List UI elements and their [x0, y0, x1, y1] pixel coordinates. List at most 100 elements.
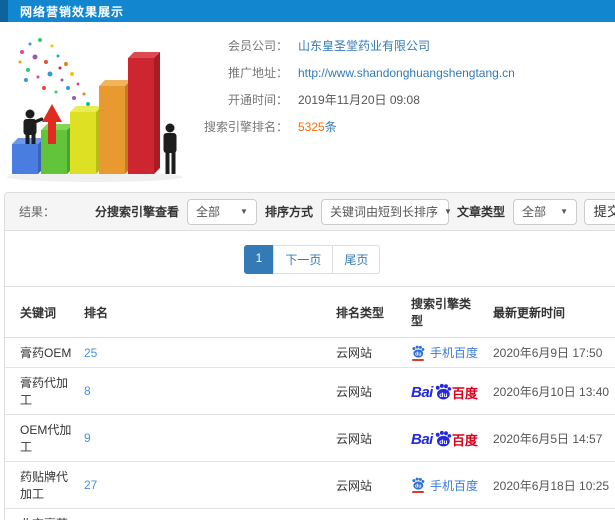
chevron-down-icon: ▼	[444, 207, 452, 216]
info-section: 会员公司： 山东皇圣堂药业有限公司 推广地址： http://www.shand…	[0, 22, 615, 192]
baidu-paw-icon: du	[435, 430, 452, 446]
field-company: 会员公司： 山东皇圣堂药业有限公司	[190, 32, 615, 59]
updated-time-cell: 2020年6月9日 17:50	[487, 337, 615, 368]
result-label: 结果：	[19, 205, 56, 219]
svg-text:du: du	[415, 484, 421, 490]
svg-text:du: du	[439, 391, 447, 398]
sort-filter-select[interactable]: 关键词由短到长排序 ▼	[320, 198, 452, 225]
submit-button[interactable]: 提交	[584, 199, 615, 225]
rank-type-cell: 云网站	[330, 508, 405, 520]
rank-link[interactable]: 8	[84, 384, 91, 398]
baidu-logo-bai-text: Bai	[411, 383, 433, 401]
rank-type-cell: 云网站	[330, 337, 405, 368]
pagination-next-button[interactable]: 下一页	[273, 245, 334, 274]
bar-green	[41, 124, 73, 174]
svg-text:du: du	[439, 438, 447, 445]
promotion-url-link[interactable]: http://www.shandonghuangshengtang.cn	[298, 66, 515, 80]
updated-time-cell: 2020年6月11日 11:18	[487, 508, 615, 520]
field-open-time: 开通时间： 2019年11月20日 09:08	[190, 86, 615, 113]
keyword-cell: 北京膏药贴牌	[5, 508, 78, 520]
baidu-logo-cn-text: 百度	[451, 385, 478, 401]
engine-type-cell: du 手机百度	[405, 337, 487, 368]
keywords-table: 关键词 排名 排名类型 搜索引擎类型 最新更新时间 膏药OEM 25 云网站 d…	[5, 286, 615, 520]
article-type-filter-value: 全部	[522, 205, 547, 219]
mobile-baidu-underline	[412, 491, 424, 493]
baidu-paw-icon: du	[435, 383, 452, 399]
mobile-baidu-logo: du 手机百度	[411, 344, 478, 361]
pagination: 1 下一页 尾页	[5, 245, 615, 274]
engine-type-cell: Bai du 百度	[405, 414, 487, 462]
keyword-cell: 膏药代加工	[5, 367, 78, 415]
rank-link[interactable]: 27	[84, 478, 97, 492]
rank-count-label: 搜索引擎排名：	[203, 120, 288, 134]
chevron-down-icon: ▼	[560, 207, 568, 216]
rank-type-cell: 云网站	[330, 414, 405, 462]
article-type-filter-label: 文章类型	[456, 205, 505, 219]
engine-filter-select[interactable]: 全部 ▼	[186, 198, 257, 225]
pagination-page-1[interactable]: 1	[243, 245, 275, 274]
article-type-filter-select[interactable]: 全部 ▼	[513, 198, 577, 225]
table-row: 北京膏药贴牌 1 云网站 Bai du 百度 2020年6月11日 11:18	[5, 508, 615, 520]
sort-filter-value: 关键词由短到长排序	[329, 205, 438, 219]
rank-link[interactable]: 9	[84, 431, 91, 445]
sort-filter-label: 排序方式	[264, 205, 313, 219]
svg-text:du: du	[415, 351, 421, 357]
col-header-rank: 排名	[78, 286, 330, 338]
baidu-logo: Bai du 百度	[411, 383, 478, 400]
rank-type-cell: 云网站	[330, 367, 405, 415]
table-row: 膏药OEM 25 云网站 du 手机百度 2020年6月9日 17:50	[5, 337, 615, 368]
engine-type-cell: du 手机百度	[405, 461, 487, 509]
engine-type-cell: Bai du 百度	[405, 367, 487, 415]
mobile-baidu-logo: du 手机百度	[411, 477, 478, 494]
open-time-value: 2019年11月20日 09:08	[298, 93, 420, 107]
baidu-logo-cn-text: 百度	[451, 432, 478, 448]
col-header-updated: 最新更新时间	[487, 286, 615, 338]
page-header: 网络营销效果展示	[0, 0, 615, 22]
mobile-baidu-underline	[412, 358, 424, 361]
engine-filter-value: 全部	[195, 205, 220, 219]
table-row: 药贴牌代加工 27 云网站 du 手机百度 2020年6月18日 10:25	[5, 461, 615, 509]
rank-type-cell: 云网站	[330, 461, 405, 509]
col-header-engine-type: 搜索引擎类型	[405, 286, 487, 338]
col-header-keyword: 关键词	[5, 286, 78, 338]
bar-chart-illustration	[7, 38, 183, 182]
pagination-last-button[interactable]: 尾页	[332, 245, 381, 274]
field-rank-count: 搜索引擎排名： 5325条	[190, 113, 615, 140]
bar-red	[128, 52, 160, 174]
field-url: 推广地址： http://www.shandonghuangshengtang.…	[190, 59, 615, 86]
col-header-rank-type: 排名类型	[330, 286, 405, 338]
updated-time-cell: 2020年6月5日 14:57	[487, 414, 615, 462]
company-link[interactable]: 山东皇圣堂药业有限公司	[298, 37, 430, 54]
bar-orange	[99, 80, 131, 174]
company-label: 会员公司：	[227, 39, 288, 53]
rank-count-suffix: 条	[324, 120, 337, 134]
page-title: 网络营销效果展示	[20, 4, 125, 19]
results-panel-body: 1 下一页 尾页 关键词 排名 排名类型 搜索引擎类型 最新更新时间 膏药OEM…	[5, 231, 615, 520]
rank-count-number: 5325	[298, 120, 325, 134]
table-header-row: 关键词 排名 排名类型 搜索引擎类型 最新更新时间	[5, 286, 615, 338]
rank-link[interactable]: 25	[84, 346, 97, 360]
results-panel-heading: 结果： 分搜索引擎查看 全部 ▼ 排序方式 关键词由短到长排序 ▼ 文章类型 全…	[5, 193, 615, 231]
open-time-label: 开通时间：	[227, 93, 288, 107]
baidu-logo: Bai du 百度	[411, 430, 478, 447]
filter-bar: 分搜索引擎查看 全部 ▼ 排序方式 关键词由短到长排序 ▼ 文章类型 全部 ▼	[94, 198, 577, 225]
table-row: 膏药代加工 8 云网站 Bai du 百度 2020年6月10日 13:40	[5, 367, 615, 415]
header-left-accent	[0, 0, 8, 22]
baidu-logo-bai-text: Bai	[411, 430, 433, 448]
mobile-baidu-label: 手机百度	[430, 346, 479, 360]
rank-count-value: 5325条	[298, 118, 337, 135]
keyword-cell: 药贴牌代加工	[5, 461, 78, 509]
bar-yellow	[70, 106, 102, 174]
chevron-down-icon: ▼	[240, 207, 248, 216]
table-row: OEM代加工 9 云网站 Bai du 百度 2020年6月5日 14:57	[5, 414, 615, 462]
info-fields: 会员公司： 山东皇圣堂药业有限公司 推广地址： http://www.shand…	[190, 22, 615, 192]
url-label: 推广地址：	[227, 66, 288, 80]
mobile-baidu-paw-icon: du	[411, 477, 425, 493]
mobile-baidu-paw-icon: du	[411, 345, 425, 361]
confetti-dots	[18, 38, 98, 116]
businessman-right	[163, 123, 177, 174]
engine-filter-label: 分搜索引擎查看	[94, 205, 179, 219]
keyword-cell: 膏药OEM	[5, 337, 78, 368]
keyword-cell: OEM代加工	[5, 414, 78, 462]
updated-time-cell: 2020年6月18日 10:25	[487, 461, 615, 509]
